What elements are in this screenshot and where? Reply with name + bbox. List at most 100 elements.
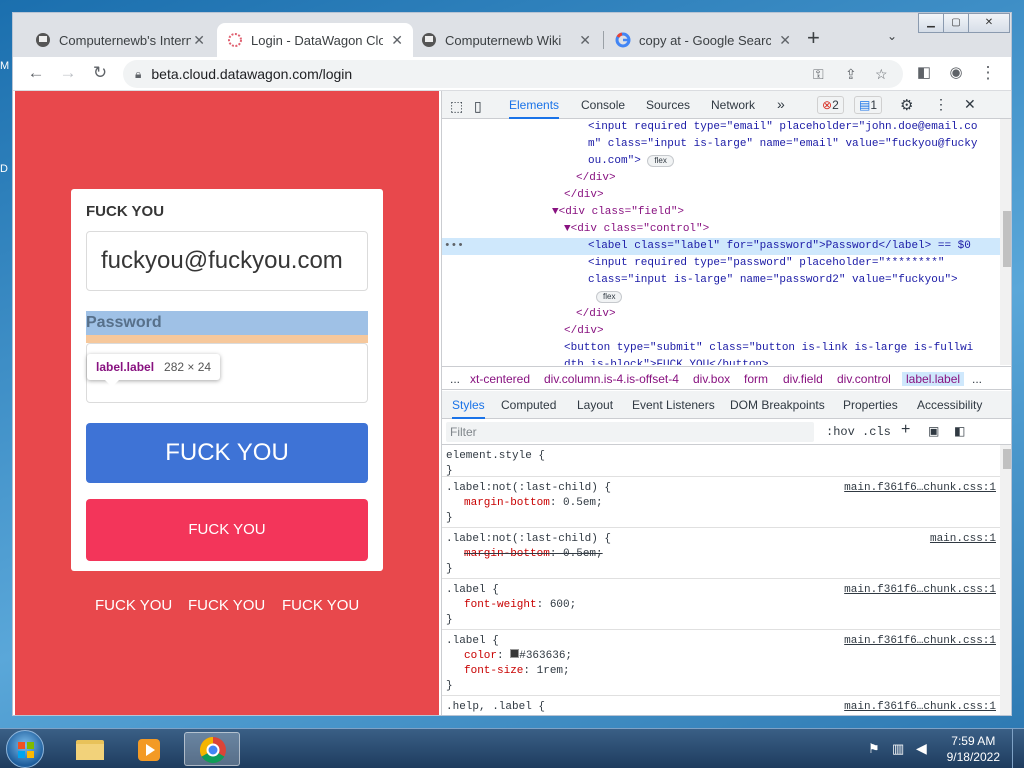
rule-source-link[interactable]: main.f361f6…chunk.css:1 (844, 634, 996, 649)
dom-line[interactable]: </div> (442, 323, 1000, 340)
breadcrumb-item[interactable]: form (744, 372, 768, 386)
forward-icon[interactable]: → (57, 63, 79, 83)
close-tab-icon[interactable]: ✕ (193, 32, 205, 49)
tab-elements[interactable]: Elements (509, 98, 560, 119)
tab-network[interactable]: Network (711, 98, 755, 112)
more-tabs-button[interactable]: » (777, 96, 785, 112)
breadcrumb-item[interactable]: ... (972, 372, 982, 386)
menu-kebab-icon[interactable]: ⋮ (977, 63, 999, 83)
scroll-thumb[interactable] (1003, 449, 1011, 469)
rule-property[interactable]: color: #363636; (464, 649, 572, 664)
tab-google-search[interactable]: copy at - Google Search ✕ (605, 23, 801, 57)
tab-computernewb-wiki[interactable]: Computernewb Wiki ✕ (411, 23, 601, 57)
network-icon[interactable]: ▥ (892, 741, 904, 757)
close-devtools-icon[interactable]: ✕ (964, 96, 976, 113)
tab-properties[interactable]: Properties (843, 398, 898, 412)
back-icon[interactable]: ← (25, 63, 47, 83)
rule-selector[interactable]: .label:not(:last-child) { (446, 481, 611, 496)
styles-scrollbar[interactable] (1000, 445, 1011, 715)
dom-line[interactable]: class="input is-large" name="password2" … (442, 272, 1000, 289)
footer-link[interactable]: FUCK YOU (95, 597, 172, 614)
desktop-icon-label[interactable]: M (0, 60, 9, 72)
computed-styles-icon[interactable]: ▣ (928, 424, 939, 438)
rule-source-link[interactable]: main.f361f6…chunk.css:1 (844, 583, 996, 598)
flex-badge[interactable]: flex (596, 291, 623, 303)
show-desktop-button[interactable] (1012, 729, 1024, 768)
maximize-button[interactable]: ▢ (943, 13, 969, 33)
primary-submit-button[interactable]: FUCK YOU (86, 423, 368, 483)
dom-line[interactable]: </div> (442, 306, 1000, 323)
footer-link[interactable]: FUCK YOU (282, 597, 359, 614)
breadcrumb-item[interactable]: ... (450, 372, 460, 386)
color-swatch[interactable] (510, 649, 520, 658)
breadcrumb-item[interactable]: div.column.is-4.is-offset-4 (544, 372, 679, 386)
new-tab-button[interactable]: + (807, 25, 820, 51)
dom-line[interactable]: </div> (442, 170, 1000, 187)
bookmark-star-icon[interactable]: ☆ (875, 66, 888, 83)
dom-line-selected[interactable]: ••• <label class="label" for="password">P… (442, 238, 1000, 255)
dom-line[interactable]: dth is-block">FUCK YOU</button> (442, 357, 1000, 365)
secondary-button[interactable]: FUCK YOU (86, 499, 368, 561)
password-key-icon[interactable]: ⚿ (813, 66, 824, 83)
profile-avatar-icon[interactable]: ◉ (945, 63, 967, 81)
system-clock[interactable]: 7:59 AM 9/18/2022 (947, 733, 1000, 765)
dom-line[interactable]: ▼<div class="control"> (442, 221, 1000, 238)
device-toolbar-icon[interactable]: ▯ (474, 98, 482, 115)
tab-layout[interactable]: Layout (577, 398, 613, 412)
tab-dom-breakpoints[interactable]: DOM Breakpoints (730, 398, 825, 412)
rule-selector[interactable]: .label { (446, 583, 499, 598)
new-style-rule-button[interactable]: + (901, 421, 910, 439)
dom-line[interactable]: ou.com"> flex (442, 153, 1000, 170)
flex-badge[interactable]: flex (647, 155, 674, 167)
dom-line[interactable]: </div> (442, 187, 1000, 204)
devtools-menu-icon[interactable]: ⋮ (934, 96, 948, 113)
hov-toggle[interactable]: :hov (826, 425, 855, 439)
reload-icon[interactable]: ↻ (89, 63, 111, 83)
close-tab-icon[interactable]: ✕ (391, 32, 403, 49)
tab-event-listeners[interactable]: Event Listeners (632, 398, 715, 412)
tab-search-icon[interactable]: ⌄ (887, 29, 897, 43)
footer-link[interactable]: FUCK YOU (188, 597, 265, 614)
rule-property-overridden[interactable]: margin-bottom: 0.5em; (464, 547, 603, 562)
tab-styles[interactable]: Styles (452, 398, 485, 419)
breadcrumb-item[interactable]: xt-centered (470, 372, 530, 386)
start-button[interactable] (6, 730, 44, 768)
address-bar[interactable]: 🔒︎ beta.cloud.datawagon.com/login ⚿ ⇪ ☆ (123, 60, 903, 88)
styles-filter-input[interactable]: Filter (446, 422, 814, 442)
rule-source-link[interactable]: main.f361f6…chunk.css:1 (844, 700, 996, 715)
errors-badge[interactable]: ⊗2 (817, 96, 844, 114)
dom-line[interactable]: m" class="input is-large" name="email" v… (442, 136, 1000, 153)
taskbar-explorer[interactable] (62, 732, 118, 766)
lock-icon[interactable]: 🔒︎ (135, 67, 141, 82)
messages-badge[interactable]: ▤1 (854, 96, 883, 114)
desktop-icon-label[interactable]: D (0, 163, 8, 175)
elements-scrollbar[interactable] (1000, 119, 1011, 365)
url-text[interactable]: beta.cloud.datawagon.com/login (151, 66, 352, 82)
breadcrumb-item[interactable]: div.field (783, 372, 823, 386)
breadcrumb-item[interactable]: div.control (837, 372, 891, 386)
tab-accessibility[interactable]: Accessibility (917, 398, 982, 412)
rule-property[interactable]: font-size: 1rem; (464, 664, 570, 679)
rule-property[interactable]: margin-bottom: 0.5em; (464, 496, 603, 511)
share-icon[interactable]: ⇪ (845, 66, 857, 83)
rule-selector[interactable]: element.style { (446, 449, 545, 464)
minimize-button[interactable]: ▁ (918, 13, 944, 33)
rule-source-link[interactable]: main.css:1 (930, 532, 996, 547)
action-center-icon[interactable]: ⚑ (868, 741, 880, 757)
dom-line[interactable]: <button type="submit" class="button is-l… (442, 340, 1000, 357)
dom-line[interactable]: flex (442, 289, 1000, 306)
tab-computernewb-internet[interactable]: Computernewb's Interne ✕ (25, 23, 215, 57)
email-field[interactable]: fuckyou@fuckyou.com (86, 231, 368, 291)
rule-property[interactable]: font-weight: 600; (464, 598, 576, 613)
dom-line[interactable]: <input required type="password" placehol… (442, 255, 1000, 272)
dom-line[interactable]: <input required type="email" placeholder… (442, 119, 1000, 136)
breadcrumb-item-selected[interactable]: label.label (902, 372, 965, 386)
close-window-button[interactable]: ✕ (968, 13, 1010, 33)
close-tab-icon[interactable]: ✕ (579, 32, 591, 49)
side-panel-icon[interactable]: ◧ (913, 63, 935, 81)
taskbar-chrome[interactable] (184, 732, 240, 766)
tab-computed[interactable]: Computed (501, 398, 556, 412)
cls-toggle[interactable]: .cls (862, 425, 891, 439)
taskbar-media-player[interactable] (122, 732, 178, 766)
volume-icon[interactable]: ◀ (916, 740, 927, 757)
